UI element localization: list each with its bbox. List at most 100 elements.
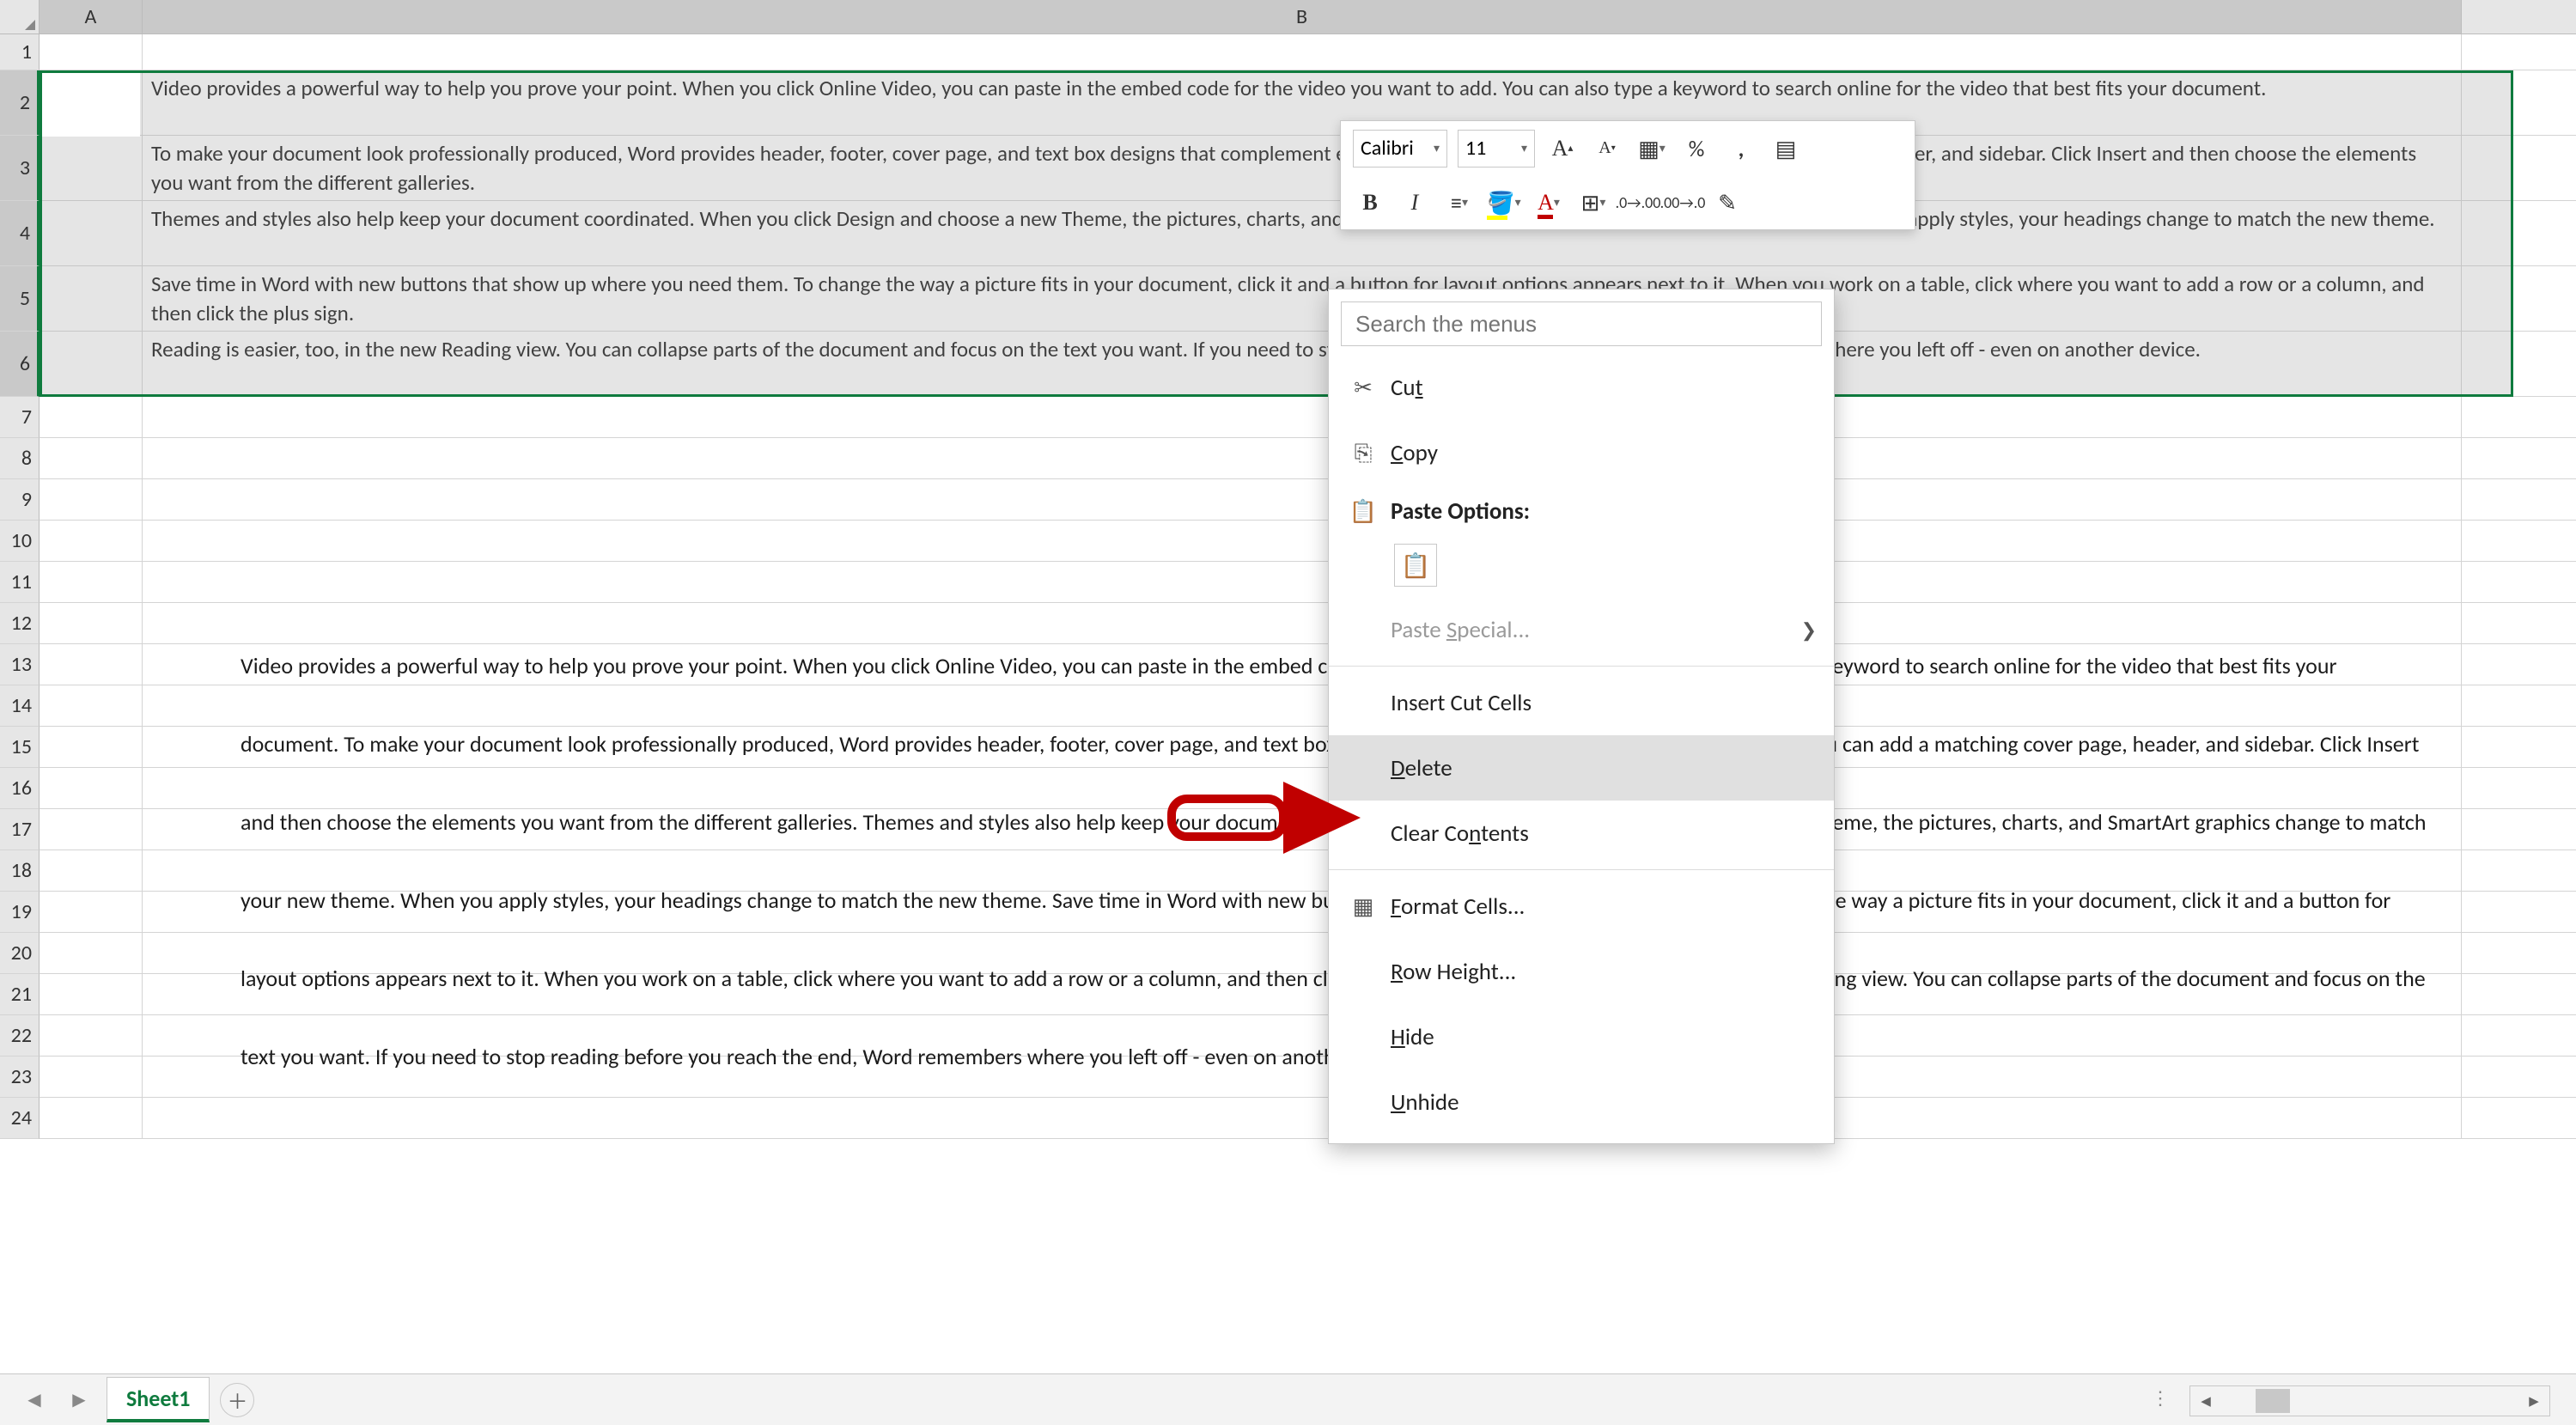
scroll-right-button[interactable]: ▶ — [2518, 1386, 2549, 1416]
tab-nav-next[interactable]: ▶ — [62, 1383, 96, 1417]
cell-A5[interactable] — [40, 266, 143, 331]
font-name-combo[interactable]: Calibri▾ — [1353, 130, 1447, 167]
cell-A14[interactable] — [40, 685, 143, 726]
cell-A20[interactable] — [40, 933, 143, 973]
fill-color-button[interactable]: 🪣▾ — [1487, 186, 1521, 220]
cell-B11[interactable] — [143, 562, 2462, 602]
decrease-decimal-button[interactable]: .00→.0 — [1666, 186, 1700, 220]
conditional-format-button[interactable]: ▤ — [1769, 131, 1803, 166]
ctx-hide[interactable]: Hide — [1329, 1004, 1834, 1069]
row-header-16[interactable]: 16 — [0, 768, 40, 809]
cell-B6[interactable]: Reading is easier, too, in the new Readi… — [143, 332, 2462, 396]
italic-button[interactable]: I — [1398, 186, 1432, 220]
row-header-24[interactable]: 24 — [0, 1098, 40, 1139]
percent-button[interactable]: % — [1679, 131, 1714, 166]
ctx-clear-contents[interactable]: Clear Contents — [1329, 801, 1834, 866]
font-size-combo[interactable]: 11▾ — [1458, 130, 1535, 167]
borders-button[interactable]: ⊞▾ — [1576, 186, 1611, 220]
ctx-format-cells[interactable]: ▦ Format Cells... — [1329, 874, 1834, 939]
row-header-23[interactable]: 23 — [0, 1057, 40, 1098]
row-header-13[interactable]: 13 — [0, 644, 40, 685]
horizontal-scrollbar[interactable]: ◀ ▶ — [2189, 1385, 2550, 1416]
cell-A11[interactable] — [40, 562, 143, 602]
increase-decimal-button[interactable]: .0→.00 — [1621, 186, 1655, 220]
cell-B9[interactable] — [143, 479, 2462, 520]
cell-A10[interactable] — [40, 521, 143, 561]
merge-center-button[interactable]: ▦▾ — [1635, 131, 1669, 166]
comma-style-button[interactable]: , — [1724, 131, 1758, 166]
cell-A18[interactable] — [40, 850, 143, 891]
decrease-font-button[interactable]: A▾ — [1590, 131, 1624, 166]
align-button[interactable]: ≡▾ — [1442, 186, 1477, 220]
select-all-corner[interactable] — [0, 0, 40, 33]
bold-button[interactable]: B — [1353, 186, 1387, 220]
cell-A24[interactable] — [40, 1098, 143, 1138]
cell-A16[interactable] — [40, 768, 143, 808]
cell-B8[interactable] — [143, 438, 2462, 478]
sheet-tab-sheet1[interactable]: Sheet1 — [107, 1377, 210, 1422]
cell-A19[interactable] — [40, 892, 143, 932]
tab-nav-prev[interactable]: ◀ — [17, 1383, 52, 1417]
ctx-insert-cut-cells[interactable]: Insert Cut Cells — [1329, 670, 1834, 735]
cell-B24[interactable] — [143, 1098, 2462, 1138]
tab-splitter-icon[interactable]: ⋮ — [2151, 1386, 2172, 1410]
cell-A9[interactable] — [40, 479, 143, 520]
row-header-21[interactable]: 21 — [0, 974, 40, 1015]
cell-A12[interactable] — [40, 603, 143, 643]
column-header-A[interactable]: A — [40, 0, 143, 33]
cell-B1[interactable] — [143, 34, 2462, 70]
increase-font-button[interactable]: A▴ — [1545, 131, 1580, 166]
row-header-9[interactable]: 9 — [0, 479, 40, 521]
cell-B10[interactable] — [143, 521, 2462, 561]
row-header-15[interactable]: 15 — [0, 727, 40, 768]
cell-A2[interactable] — [40, 70, 143, 135]
cell-A4[interactable] — [40, 201, 143, 265]
cell-A13[interactable] — [40, 644, 143, 685]
scroll-left-button[interactable]: ◀ — [2190, 1386, 2221, 1416]
row-header-5[interactable]: 5 — [0, 266, 40, 332]
cell-B7[interactable] — [143, 397, 2462, 437]
cell-A7[interactable] — [40, 397, 143, 437]
row-header-8[interactable]: 8 — [0, 438, 40, 479]
font-color-button[interactable]: A▾ — [1532, 186, 1566, 220]
cell-B5[interactable]: Save time in Word with new buttons that … — [143, 266, 2462, 331]
cell-A1[interactable] — [40, 34, 143, 70]
cell-A3[interactable] — [40, 136, 143, 200]
cell-A8[interactable] — [40, 438, 143, 478]
row-header-7[interactable]: 7 — [0, 397, 40, 438]
row-header-22[interactable]: 22 — [0, 1015, 40, 1057]
row-header-2[interactable]: 2 — [0, 70, 40, 136]
cell-A22[interactable] — [40, 1015, 143, 1056]
cell-A23[interactable] — [40, 1057, 143, 1097]
new-sheet-button[interactable]: ＋ — [220, 1383, 254, 1417]
scroll-thumb[interactable] — [2256, 1389, 2290, 1413]
row-header-10[interactable]: 10 — [0, 521, 40, 562]
row-header-1[interactable]: 1 — [0, 34, 40, 70]
row-header-6[interactable]: 6 — [0, 332, 40, 397]
cell-A21[interactable] — [40, 974, 143, 1014]
row-header-17[interactable]: 17 — [0, 809, 40, 850]
ctx-unhide[interactable]: Unhide — [1329, 1069, 1834, 1135]
ctx-cut[interactable]: ✂ Cut — [1329, 355, 1834, 420]
context-search-input[interactable] — [1341, 301, 1822, 346]
format-painter-button[interactable]: ✎ — [1710, 186, 1745, 220]
row-header-19[interactable]: 19 — [0, 892, 40, 933]
ctx-row-height[interactable]: Row Height... — [1329, 939, 1834, 1004]
ctx-delete[interactable]: Delete — [1329, 735, 1834, 801]
cell-B4[interactable]: Themes and styles also help keep your do… — [143, 201, 2462, 265]
row-header-3[interactable]: 3 — [0, 136, 40, 201]
row-header-18[interactable]: 18 — [0, 850, 40, 892]
row-header-20[interactable]: 20 — [0, 933, 40, 974]
row-header-11[interactable]: 11 — [0, 562, 40, 603]
column-header-B[interactable]: B — [143, 0, 2462, 33]
row-header-4[interactable]: 4 — [0, 201, 40, 266]
cell-A15[interactable] — [40, 727, 143, 767]
cell-A17[interactable] — [40, 809, 143, 850]
cell-A6[interactable] — [40, 332, 143, 396]
row-header-12[interactable]: 12 — [0, 603, 40, 644]
paste-keep-source-button[interactable]: 📋 — [1394, 544, 1437, 587]
ctx-copy[interactable]: ⎘ Copy — [1329, 420, 1834, 485]
row-header-14[interactable]: 14 — [0, 685, 40, 727]
cell-B2[interactable]: Video provides a powerful way to help yo… — [143, 70, 2462, 135]
cell-B3[interactable]: To make your document look professionall… — [143, 136, 2462, 200]
